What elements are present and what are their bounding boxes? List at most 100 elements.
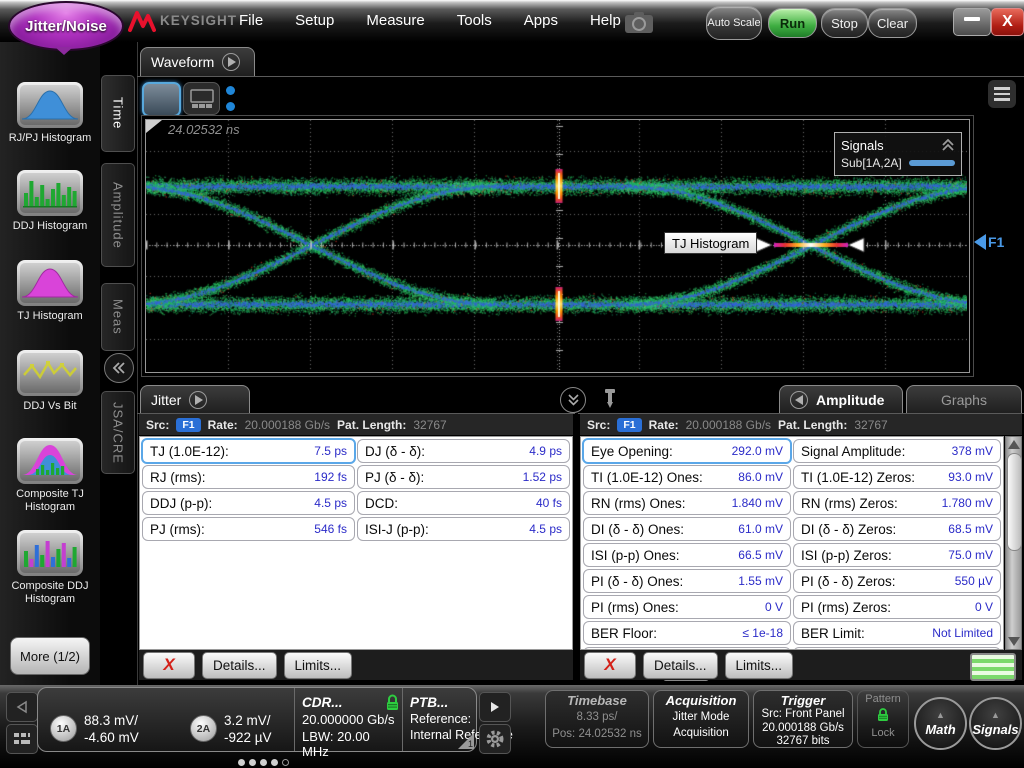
ddj-vs-bit-button[interactable] <box>17 350 83 396</box>
close-button[interactable]: X <box>991 8 1024 36</box>
view-dot-2-icon[interactable] <box>226 102 235 111</box>
page-dot-2[interactable] <box>249 759 256 766</box>
sidebar-item-composite-tj-histogram[interactable]: Composite TJ Histogram <box>0 438 100 514</box>
menu-tools[interactable]: Tools <box>453 10 496 31</box>
measurement-cell[interactable]: TJ (1.0E-12):7.5 ps <box>141 438 356 464</box>
run-button[interactable]: Run <box>768 8 817 38</box>
stop-button[interactable]: Stop <box>821 8 868 38</box>
eye-diagram-plot[interactable]: 24.02532 ns Signals Sub[1A,2A] TJ Histog… <box>145 119 970 373</box>
amplitude-details-button[interactable]: Details... <box>643 652 718 679</box>
measurement-cell[interactable]: PI (rms) Zeros:0 V <box>793 595 1001 619</box>
menu-measure[interactable]: Measure <box>362 10 428 31</box>
cdr-panel[interactable]: CDR... 20.000000 Gb/s LBW: 20.00 MHz <box>302 694 400 759</box>
back-circle-icon[interactable] <box>790 391 808 409</box>
measurement-cell[interactable]: RJ (rms):192 fs <box>142 465 355 489</box>
tj-histogram-button[interactable] <box>17 260 83 306</box>
measurement-cell[interactable]: PI (rms) Ones:0 V <box>583 595 791 619</box>
tab-jsa-cre[interactable]: JSA/CRE <box>101 391 135 474</box>
acquisition-panel[interactable]: Acquisition Jitter Mode Acquisition <box>653 690 749 748</box>
channel-2a-button[interactable]: 2A <box>190 715 217 742</box>
measurement-cell[interactable]: Eye Opening:292.0 mV <box>582 438 792 464</box>
f1-signal-marker[interactable]: F1 <box>974 234 1004 250</box>
measurement-cell[interactable]: PJ (δ - δ):1.52 ps <box>357 465 570 489</box>
menu-apps[interactable]: Apps <box>520 10 562 31</box>
menu-setup[interactable]: Setup <box>291 10 338 31</box>
measurement-cell[interactable]: RN (rms) Ones:1.840 mV <box>583 491 791 515</box>
measurement-cell[interactable]: DDJ (p-p):4.5 ps <box>142 491 355 515</box>
jitter-limits-button[interactable]: Limits... <box>284 652 353 679</box>
tab-amplitude[interactable]: Amplitude <box>779 385 903 414</box>
pin-icon[interactable] <box>602 388 618 415</box>
amplitude-scrollbar[interactable] <box>1005 436 1022 650</box>
page-dots[interactable] <box>236 753 291 768</box>
sidebar-item-ddj-histogram[interactable]: DDJ Histogram <box>0 170 100 233</box>
layout-single-button[interactable] <box>142 82 181 117</box>
tab-graphs[interactable]: Graphs <box>906 385 1022 414</box>
page-dot-5[interactable] <box>282 759 289 766</box>
play-circle-icon[interactable] <box>189 391 207 409</box>
amplitude-delete-button[interactable]: X <box>584 652 636 679</box>
layout-grid-button[interactable] <box>183 82 220 115</box>
signals-legend[interactable]: Signals Sub[1A,2A] <box>834 132 962 176</box>
measurement-cell[interactable]: PJ (rms):546 fs <box>142 517 355 541</box>
channel-grid-button[interactable] <box>6 724 38 754</box>
clear-button[interactable]: Clear <box>868 8 917 38</box>
plot-menu-button[interactable] <box>988 80 1016 108</box>
ddj-histogram-button[interactable] <box>17 170 83 216</box>
measurement-cell[interactable]: DI (δ - δ) Ones:61.0 mV <box>583 517 791 541</box>
measurement-cell[interactable]: ISI-J (p-p):4.5 ps <box>357 517 570 541</box>
scroll-thumb[interactable] <box>1007 453 1022 551</box>
chevron-double-up-icon[interactable] <box>941 139 955 151</box>
app-menu-badge[interactable]: Jitter/Noise <box>8 1 124 51</box>
page-dot-1[interactable] <box>238 759 245 766</box>
src-badge[interactable]: F1 <box>176 418 200 432</box>
menu-help[interactable]: Help <box>586 10 625 31</box>
sidebar-item-ddj-vs-bit[interactable]: DDJ Vs Bit <box>0 350 100 413</box>
tab-jitter[interactable]: Jitter <box>140 385 250 414</box>
measurement-cell[interactable]: DJ (δ - δ):4.9 ps <box>357 439 570 463</box>
auto-scale-button[interactable]: Auto Scale <box>706 6 762 40</box>
signals-button[interactable]: ▲ Signals <box>969 697 1022 750</box>
scroll-left-button[interactable] <box>6 692 38 722</box>
collapse-results-button[interactable] <box>560 387 586 413</box>
scroll-right-button[interactable] <box>479 692 511 722</box>
measurement-cell[interactable]: DI (δ - δ) Zeros:68.5 mV <box>793 517 1001 541</box>
measurement-cell[interactable]: BER Floor:≤ 1e-18 <box>583 621 791 645</box>
page-dot-3[interactable] <box>260 759 267 766</box>
tab-time[interactable]: Time <box>101 75 135 152</box>
scroll-down-icon[interactable] <box>1008 637 1020 646</box>
rj-pj-histogram-button[interactable] <box>17 82 83 128</box>
measurement-cell[interactable]: TI (1.0E-12) Zeros:93.0 mV <box>793 465 1001 489</box>
tab-amplitude[interactable]: Amplitude <box>101 163 135 267</box>
measurement-cell[interactable]: PI (δ - δ) Ones:1.55 mV <box>583 569 791 593</box>
composite-ddj-histogram-button[interactable] <box>17 530 83 576</box>
measurement-cell[interactable]: DCD:40 fs <box>357 491 570 515</box>
sidebar-item-composite-ddj-histogram[interactable]: Composite DDJ Histogram <box>0 530 100 606</box>
play-circle-icon[interactable] <box>222 53 240 71</box>
tj-histogram-marker-label[interactable]: TJ Histogram <box>664 232 757 254</box>
math-button[interactable]: ▲ Math <box>914 697 967 750</box>
measurement-cell[interactable]: Signal Amplitude:378 mV <box>793 439 1001 463</box>
minimize-button[interactable] <box>953 8 991 36</box>
view-dot-1-icon[interactable] <box>226 86 235 95</box>
sidebar-item-rj-pj-histogram[interactable]: RJ/PJ Histogram <box>0 82 100 145</box>
more-button[interactable]: More (1/2) <box>10 637 90 675</box>
measurement-cell[interactable]: ISI (p-p) Zeros:75.0 mV <box>793 543 1001 567</box>
measurement-cell[interactable]: RN (rms) Zeros:1.780 mV <box>793 491 1001 515</box>
page-dot-4[interactable] <box>271 759 278 766</box>
measurement-cell[interactable]: TI (1.0E-12) Ones:86.0 mV <box>583 465 791 489</box>
jitter-delete-button[interactable]: X <box>143 652 195 679</box>
sidebar-item-tj-histogram[interactable]: TJ Histogram <box>0 260 100 323</box>
menu-file[interactable]: File <box>235 10 267 31</box>
jitter-details-button[interactable]: Details... <box>202 652 277 679</box>
tab-meas[interactable]: Meas <box>101 283 135 351</box>
composite-tj-histogram-button[interactable] <box>17 438 83 484</box>
trigger-panel[interactable]: Trigger Src: Front Panel 20.000188 Gb/s … <box>753 690 853 748</box>
timebase-panel[interactable]: Timebase 8.33 ps/ Pos: 24.02532 ns <box>545 690 649 748</box>
pattern-lock-panel[interactable]: Pattern Lock <box>857 690 909 748</box>
measurement-cell[interactable]: PI (δ - δ) Zeros:550 µV <box>793 569 1001 593</box>
measurement-cell[interactable]: BER Limit:Not Limited <box>793 621 1001 645</box>
settings-button[interactable] <box>479 724 511 754</box>
channel-1a-button[interactable]: 1A <box>50 715 77 742</box>
amplitude-limits-button[interactable]: Limits... <box>725 652 794 679</box>
